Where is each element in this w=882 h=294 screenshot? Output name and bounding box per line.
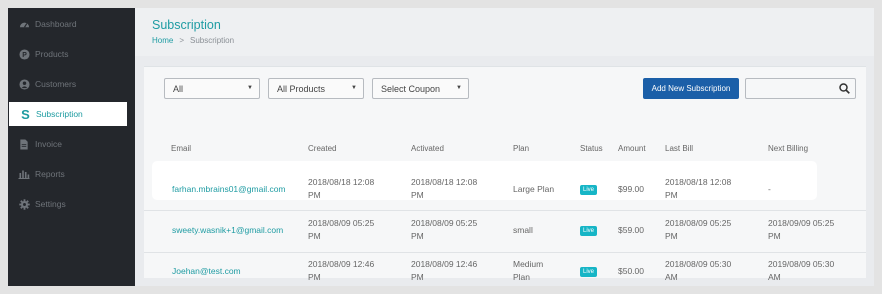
row-plan: Large Plan — [513, 184, 555, 194]
sidebar: Dashboard P Products Customers S Subscri… — [8, 8, 135, 286]
product-filter-select[interactable]: All Products ▼ — [268, 78, 364, 99]
row-created: 2018/08/09 05:25 PM — [308, 218, 375, 241]
sidebar-item-label: Reports — [35, 169, 65, 179]
row-next-billing: - — [768, 184, 771, 194]
column-header-next-billing[interactable]: Next Billing — [768, 144, 808, 153]
row-email-link[interactable]: farhan.mbrains01@gmail.com — [172, 183, 286, 196]
column-header-activated[interactable]: Activated — [411, 144, 444, 153]
status-badge: Live — [580, 226, 598, 236]
status-badge: Live — [580, 267, 598, 277]
row-created: 2018/08/09 12:46 PM — [308, 259, 375, 282]
p-badge-icon: P — [18, 48, 30, 60]
page-header: Subscription Home > Subscription — [135, 8, 874, 56]
caret-down-icon: ▼ — [247, 85, 253, 91]
row-email-link[interactable]: Joehan@test.com — [172, 265, 241, 278]
column-header-plan[interactable]: Plan — [513, 144, 529, 153]
column-header-last-bill[interactable]: Last Bill — [665, 144, 693, 153]
sidebar-item-label: Invoice — [35, 139, 62, 149]
sidebar-item-label: Subscription — [36, 109, 83, 119]
row-amount: $99.00 — [618, 184, 644, 194]
breadcrumb-home-link[interactable]: Home — [152, 36, 173, 45]
search-icon[interactable] — [839, 83, 850, 94]
breadcrumb-separator: > — [179, 36, 185, 45]
sidebar-item-settings[interactable]: Settings — [8, 192, 135, 216]
row-amount: $50.00 — [618, 266, 644, 276]
row-divider — [144, 252, 866, 253]
sidebar-item-customers[interactable]: Customers — [8, 72, 135, 96]
sidebar-item-label: Customers — [35, 79, 77, 89]
row-next-billing: 2018/09/09 05:25 PM — [768, 218, 835, 241]
row-last-bill: 2018/08/18 12:08 PM — [665, 177, 732, 200]
sidebar-item-dashboard[interactable]: Dashboard — [8, 12, 135, 36]
sidebar-item-reports[interactable]: Reports — [8, 162, 135, 186]
select-value: Select Coupon — [381, 83, 441, 94]
row-created: 2018/08/18 12:08 PM — [308, 177, 375, 200]
page-title: Subscription — [152, 18, 221, 32]
row-plan: small — [513, 225, 533, 235]
status-filter-select[interactable]: All ▼ — [164, 78, 260, 99]
sidebar-item-subscription[interactable]: S Subscription — [9, 102, 127, 126]
caret-down-icon: ▼ — [456, 85, 462, 91]
sidebar-item-label: Settings — [35, 199, 66, 209]
coupon-filter-select[interactable]: Select Coupon ▼ — [372, 78, 469, 99]
svg-text:P: P — [22, 51, 27, 58]
status-badge: Live — [580, 185, 598, 195]
search-input[interactable] — [745, 78, 856, 99]
row-activated: 2018/08/09 05:25 PM — [411, 218, 478, 241]
frame-right-edge — [874, 0, 882, 294]
breadcrumb: Home > Subscription — [152, 36, 234, 45]
row-last-bill: 2018/08/09 05:30 AM — [665, 259, 732, 282]
add-subscription-button[interactable]: Add New Subscription — [643, 78, 739, 99]
breadcrumb-current: Subscription — [190, 36, 235, 45]
select-value: All Products — [277, 83, 326, 94]
select-value: All — [173, 83, 184, 94]
row-divider — [144, 210, 866, 211]
svg-text:S: S — [21, 108, 30, 120]
bar-chart-icon — [18, 168, 30, 180]
column-header-created[interactable]: Created — [308, 144, 336, 153]
column-header-email[interactable]: Email — [171, 144, 191, 153]
row-activated: 2018/08/09 12:46 PM — [411, 259, 478, 282]
column-header-status[interactable]: Status — [580, 144, 603, 153]
column-header-amount[interactable]: Amount — [618, 144, 646, 153]
row-amount: $59.00 — [618, 225, 644, 235]
frame-bottom-edge — [0, 286, 882, 294]
sidebar-item-label: Products — [35, 49, 69, 59]
caret-down-icon: ▼ — [351, 85, 357, 91]
row-email-link[interactable]: sweety.wasnik+1@gmail.com — [172, 224, 283, 237]
document-icon — [18, 138, 30, 150]
row-plan: Medium Plan — [513, 259, 544, 282]
sidebar-item-products[interactable]: P Products — [8, 42, 135, 66]
dashboard-icon — [18, 18, 30, 30]
row-last-bill: 2018/08/09 05:25 PM — [665, 218, 732, 241]
row-activated: 2018/08/18 12:08 PM — [411, 177, 478, 200]
sidebar-item-invoice[interactable]: Invoice — [8, 132, 135, 156]
gear-icon — [18, 198, 30, 210]
user-icon — [18, 78, 30, 90]
sidebar-item-label: Dashboard — [35, 19, 77, 29]
row-next-billing: 2019/08/09 05:30 AM — [768, 259, 835, 282]
s-icon: S — [19, 108, 31, 120]
